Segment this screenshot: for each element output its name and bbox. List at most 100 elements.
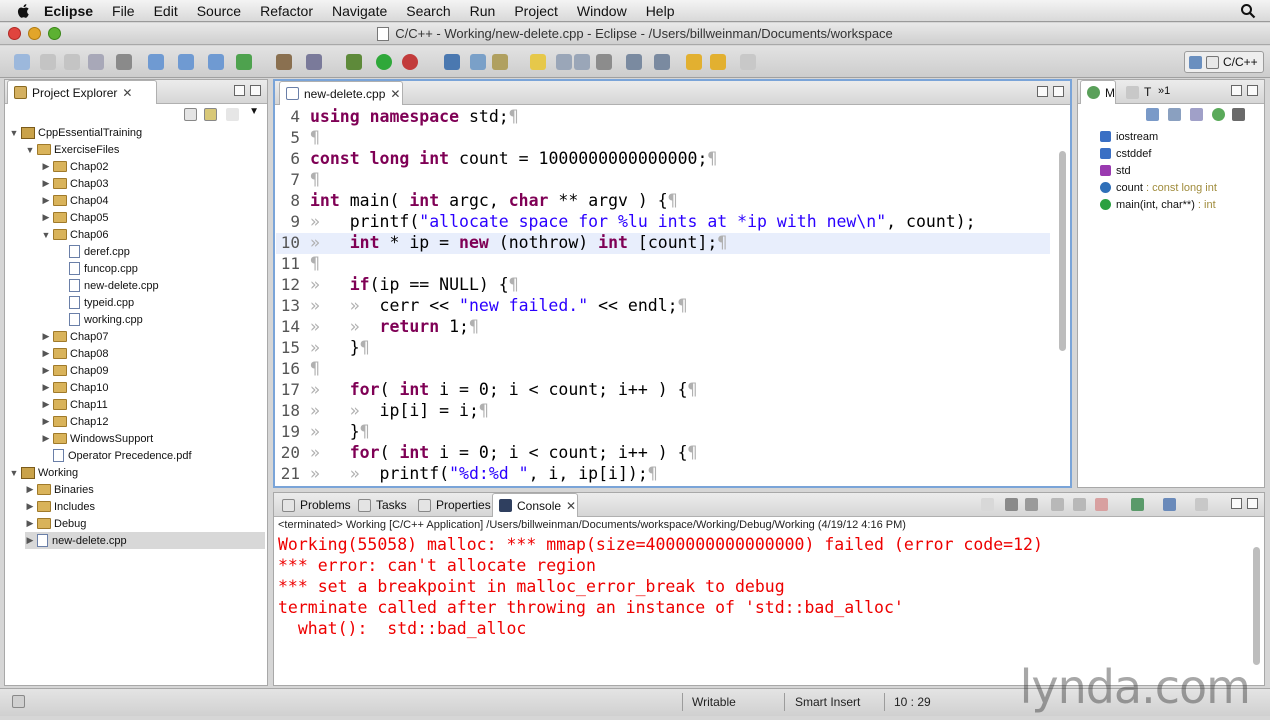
chevron-right-icon[interactable]: ▶ <box>25 501 35 512</box>
minimize-icon[interactable] <box>1231 85 1242 96</box>
minimize-icon[interactable] <box>1231 498 1242 509</box>
minimize-icon[interactable] <box>234 85 245 96</box>
toggle-block-selection-icon[interactable] <box>556 54 572 70</box>
open-perspective-icon[interactable] <box>1189 55 1202 69</box>
code-line[interactable]: 15 » }¶ <box>276 338 370 359</box>
tree-item[interactable]: ▶ new-delete.cpp <box>25 532 265 549</box>
chevron-right-icon[interactable]: ▶ <box>25 535 35 546</box>
forward-icon[interactable] <box>710 54 726 70</box>
chevron-right-icon[interactable]: ▶ <box>41 348 51 359</box>
new-source-folder-icon[interactable] <box>178 54 194 70</box>
show-whitespace-icon[interactable] <box>596 54 612 70</box>
tab-problems[interactable]: Problems <box>276 493 357 517</box>
chevron-down-icon[interactable]: ▼ <box>41 230 51 240</box>
hide-non-public-icon[interactable] <box>1212 108 1225 121</box>
apple-icon[interactable] <box>14 2 34 20</box>
chevron-down-icon[interactable]: ▼ <box>9 468 19 478</box>
maximize-icon[interactable] <box>1053 86 1064 97</box>
next-annotation-icon[interactable] <box>626 54 642 70</box>
view-menu-icon[interactable] <box>1232 108 1245 121</box>
search-tool-icon[interactable] <box>492 54 508 70</box>
view-menu-icon[interactable] <box>226 108 239 121</box>
debug-icon[interactable] <box>346 54 362 70</box>
run-icon[interactable] <box>376 54 392 70</box>
chevron-right-icon[interactable]: ▶ <box>25 518 35 529</box>
pin-console-icon[interactable] <box>1095 498 1108 511</box>
tab-tasks[interactable]: Tasks <box>352 493 413 517</box>
tree-item[interactable]: ▶ Debug <box>25 515 265 532</box>
tree-item[interactable]: ▶ Chap07 <box>41 328 265 345</box>
open-console-icon[interactable] <box>1131 498 1144 511</box>
tree-item[interactable]: funcop.cpp <box>57 260 265 277</box>
chevron-right-icon[interactable]: ▶ <box>25 484 35 495</box>
spotlight-search-icon[interactable] <box>1240 3 1256 19</box>
chevron-right-icon[interactable]: ▶ <box>41 212 51 223</box>
tree-item[interactable]: ▶ Chap04 <box>41 192 265 209</box>
console-scrollbar[interactable] <box>1253 547 1260 665</box>
code-line[interactable]: 10 » int * ip = new (nothrow) int [count]… <box>276 233 1050 254</box>
code-line[interactable]: 4 using namespace std;¶ <box>276 107 518 128</box>
chevron-right-icon[interactable]: ▶ <box>41 433 51 444</box>
code-line[interactable]: 17 » for( int i = 0; i < count; i++ ) {¶ <box>276 380 698 401</box>
tree-item[interactable]: deref.cpp <box>57 243 265 260</box>
toggle-word-wrap-icon[interactable] <box>574 54 590 70</box>
menu-search[interactable]: Search <box>406 3 450 19</box>
code-line[interactable]: 16 ¶ <box>276 359 320 380</box>
external-tools-icon[interactable] <box>402 54 418 70</box>
chevron-right-icon[interactable]: ▶ <box>41 399 51 410</box>
menu-refactor[interactable]: Refactor <box>260 3 313 19</box>
code-line[interactable]: 5 ¶ <box>276 128 320 149</box>
chevron-right-icon[interactable]: ▶ <box>41 178 51 189</box>
chevron-down-icon[interactable]: ▼ <box>249 106 259 117</box>
maximize-icon[interactable] <box>1247 85 1258 96</box>
close-icon[interactable]: ✕ <box>566 499 576 513</box>
chevron-right-icon[interactable]: ▶ <box>41 331 51 342</box>
tree-item[interactable]: ▼ Working <box>9 464 265 481</box>
outline-item[interactable]: std <box>1100 162 1131 179</box>
last-edit-icon[interactable] <box>740 54 756 70</box>
close-window-button[interactable] <box>8 27 21 40</box>
tree-item[interactable]: ▼ CppEssentialTraining <box>9 124 265 141</box>
hide-fields-icon[interactable] <box>1168 108 1181 121</box>
tree-item[interactable]: ▶ Chap11 <box>41 396 265 413</box>
hide-static-icon[interactable] <box>1190 108 1203 121</box>
minimize-window-button[interactable] <box>28 27 41 40</box>
code-line[interactable]: 14 » » return 1;¶ <box>276 317 479 338</box>
code-line[interactable]: 9 » printf("allocate space for %lu ints a… <box>276 212 975 233</box>
new-source-file-icon[interactable] <box>208 54 224 70</box>
remove-launch-icon[interactable] <box>1005 498 1018 511</box>
new-icon[interactable] <box>14 54 30 70</box>
tab-console[interactable]: Console ✕ <box>492 493 578 517</box>
tab-new-delete-cpp[interactable]: new-delete.cpp ✕ <box>279 81 403 105</box>
code-line[interactable]: 13 » » cerr << "new failed." << endl;¶ <box>276 296 688 317</box>
outline-item[interactable]: main(int, char**) : int <box>1100 196 1216 213</box>
code-line[interactable]: 8 int main( int argc, char ** argv ) {¶ <box>276 191 677 212</box>
tree-item[interactable]: new-delete.cpp <box>57 277 265 294</box>
code-line[interactable]: 11 ¶ <box>276 254 320 275</box>
code-line[interactable]: 18 » » ip[i] = i;¶ <box>276 401 489 422</box>
fast-view-icon[interactable] <box>12 695 25 708</box>
tab-outline[interactable]: M <box>1080 80 1116 104</box>
tree-item[interactable]: ▶ WindowsSupport <box>41 430 265 447</box>
chevron-right-icon[interactable]: ▶ <box>41 382 51 393</box>
new-console-icon[interactable] <box>1195 498 1208 511</box>
tree-item[interactable]: ▶ Chap05 <box>41 209 265 226</box>
tree-item[interactable]: typeid.cpp <box>57 294 265 311</box>
display-console-icon[interactable] <box>1163 498 1176 511</box>
scroll-lock-icon[interactable] <box>1073 498 1086 511</box>
open-element-icon[interactable] <box>470 54 486 70</box>
menu-file[interactable]: File <box>112 3 135 19</box>
save-all-icon[interactable] <box>64 54 80 70</box>
tree-item[interactable]: ▶ Chap12 <box>41 413 265 430</box>
maximize-icon[interactable] <box>250 85 261 96</box>
menu-help[interactable]: Help <box>646 3 675 19</box>
terminate-icon[interactable] <box>981 498 994 511</box>
tree-item[interactable]: ▼ ExerciseFiles <box>25 141 265 158</box>
clear-console-icon[interactable] <box>1051 498 1064 511</box>
code-line[interactable]: 6 const long int count = 1000000000000000… <box>276 149 717 170</box>
collapse-all-icon[interactable] <box>184 108 197 121</box>
menu-edit[interactable]: Edit <box>154 3 178 19</box>
editor-scrollbar[interactable] <box>1059 151 1066 351</box>
new-class-icon[interactable] <box>236 54 252 70</box>
code-line[interactable]: 20 » for( int i = 0; i < count; i++ ) {¶ <box>276 443 698 464</box>
